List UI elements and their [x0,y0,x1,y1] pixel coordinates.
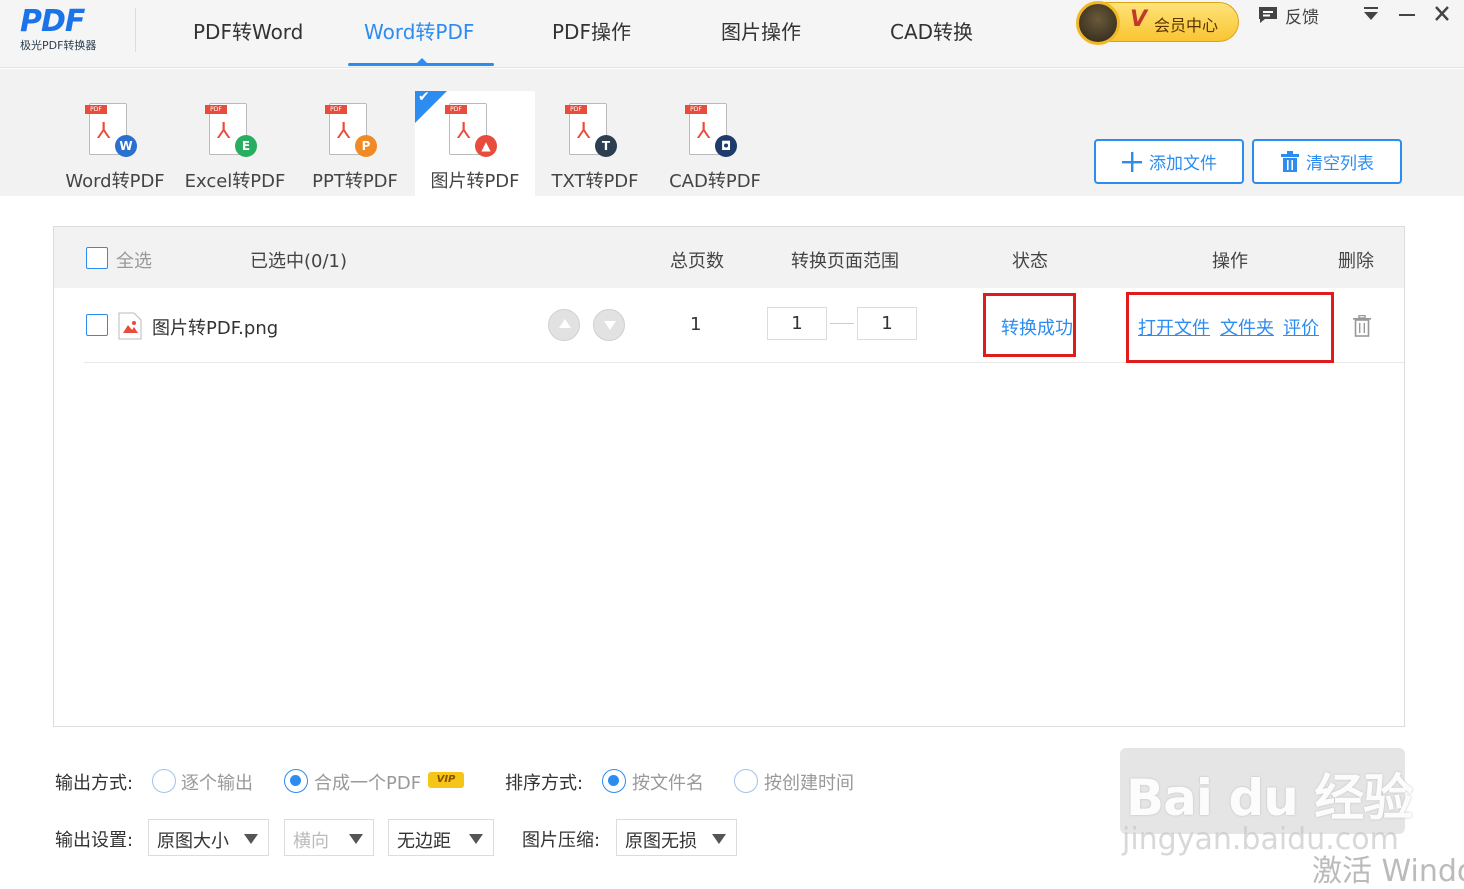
select-all-label[interactable]: 全选 [116,247,152,273]
chevron-down-icon [712,834,726,844]
chevron-down-icon [469,834,483,844]
add-file-button[interactable]: 添加文件 [1094,139,1244,184]
selected-count: 已选中(0/1) [250,251,348,272]
range-to-input[interactable]: 1 [857,307,917,340]
compress-select[interactable]: 原图无损 [616,819,737,856]
orientation-select[interactable]: 横向 [284,819,374,856]
vip-center-label: 会员中心 [1154,16,1219,35]
tab-word-to-pdf[interactable]: Word转PDF [364,16,474,48]
logo-mark: PDF [20,4,85,39]
sort-by-name-radio[interactable] [602,769,626,793]
ppt-pdf-icon: PDF ⅄ P [325,103,377,157]
feedback-button[interactable]: 反馈 [1257,4,1319,28]
excel-pdf-icon: PDF ⅄ E [205,103,257,157]
sort-by-time-radio[interactable] [734,769,758,793]
margin-select-value: 无边距 [397,831,451,852]
format-label: 图片转PDF [430,171,520,192]
vip-v-icon: V [1130,7,1148,32]
logo-divider [135,8,136,52]
output-settings-label: 输出设置: [55,830,134,851]
page-count: 1 [690,314,702,335]
watermark-text: Bai du 经验 [1126,769,1413,827]
column-header-delete: 删除 [1338,251,1374,272]
close-icon[interactable] [1431,6,1453,24]
arrow-down-icon [604,321,616,330]
output-merge-radio[interactable] [284,769,308,793]
activate-windows-text: 激活 Windo [1312,854,1464,889]
sort-by-time-label[interactable]: 按创建时间 [764,769,854,795]
delete-icon[interactable] [1352,315,1372,337]
select-all-checkbox[interactable] [86,247,108,269]
file-list-header: 全选 已选中(0/1) 总页数 转换页面范围 状态 操作 删除 [54,227,1404,288]
vip-badge: VIP [428,772,464,788]
column-header-range: 转换页面范围 [791,251,899,272]
range-separator [830,323,854,324]
arrow-up-icon [559,319,571,328]
format-image-to-pdf[interactable]: ✔ PDF ⅄ ▲ 图片转PDF [415,89,535,196]
add-file-label: 添加文件 [1149,154,1217,174]
compress-label: 图片压缩: [522,830,601,851]
app-logo: PDF 极光PDF转换器 [20,4,132,60]
row-checkbox[interactable] [86,314,108,336]
feedback-label: 反馈 [1285,7,1319,28]
status-highlight-box [983,293,1076,357]
format-label: TXT转PDF [551,171,639,192]
margin-select[interactable]: 无边距 [388,819,494,856]
column-header-actions: 操作 [1212,251,1248,272]
column-header-pages: 总页数 [670,251,724,272]
actions-highlight-box [1126,292,1334,363]
orientation-select-value: 横向 [293,831,329,852]
chevron-down-icon [244,834,258,844]
txt-pdf-icon: PDF ⅄ T [565,103,617,157]
format-ppt-to-pdf[interactable]: PDF ⅄ P PPT转PDF [295,91,415,196]
format-toolbar: PDF ⅄ W Word转PDF PDF ⅄ E Excel转PDF PDF ⅄ P … [0,69,1464,196]
tab-pdf-to-word[interactable]: PDF转Word [193,16,303,48]
chevron-down-icon [349,834,363,844]
format-label: CAD转PDF [669,171,761,192]
sort-label: 排序方式: [505,773,584,794]
format-excel-to-pdf[interactable]: PDF ⅄ E Excel转PDF [175,91,295,196]
file-name: 图片转PDF.png [152,318,279,339]
format-txt-to-pdf[interactable]: PDF ⅄ T TXT转PDF [535,91,655,196]
avatar[interactable] [1076,1,1120,45]
range-from-input[interactable]: 1 [767,307,827,340]
compress-select-value: 原图无损 [625,831,697,852]
tab-cad-convert[interactable]: CAD转换 [890,16,973,48]
tab-image-operations[interactable]: 图片操作 [721,16,801,48]
format-label: Excel转PDF [184,171,286,192]
active-tab-indicator [348,58,494,66]
output-each-radio[interactable] [152,769,176,793]
word-pdf-icon: PDF ⅄ W [85,103,137,157]
format-label: Word转PDF [65,171,165,192]
move-up-button[interactable] [548,309,580,341]
title-bar: PDF 极光PDF转换器 PDF转Word Word转PDF PDF操作 图片操… [0,0,1464,68]
vip-center-button[interactable]: V 会员中心 [1076,1,1239,45]
tab-pdf-operations[interactable]: PDF操作 [552,16,631,48]
image-pdf-icon: PDF ⅄ ▲ [445,103,497,157]
clear-list-button[interactable]: 清空列表 [1252,139,1402,184]
column-header-status: 状态 [1012,251,1048,272]
format-label: PPT转PDF [312,171,398,192]
check-icon: ✔ [418,89,430,105]
feedback-icon [1259,7,1277,23]
output-merge-label[interactable]: 合成一个PDF [314,769,421,795]
output-each-label[interactable]: 逐个输出 [181,769,253,795]
sort-by-name-label[interactable]: 按文件名 [632,769,704,795]
output-mode-label: 输出方式: [55,773,134,794]
move-down-button[interactable] [593,309,625,341]
format-word-to-pdf[interactable]: PDF ⅄ W Word转PDF [55,91,175,196]
size-select-value: 原图大小 [157,831,229,852]
cad-pdf-icon: PDF ⅄ ◘ [685,103,737,157]
plus-icon [1122,151,1142,172]
size-select[interactable]: 原图大小 [148,819,269,856]
clear-list-label: 清空列表 [1306,154,1374,174]
menu-dropdown-icon[interactable] [1360,6,1382,24]
logo-subtitle: 极光PDF转换器 [20,39,97,52]
trash-icon [1281,150,1299,172]
minimize-icon[interactable] [1396,6,1418,24]
image-file-icon [118,312,142,340]
format-cad-to-pdf[interactable]: PDF ⅄ ◘ CAD转PDF [655,91,775,196]
